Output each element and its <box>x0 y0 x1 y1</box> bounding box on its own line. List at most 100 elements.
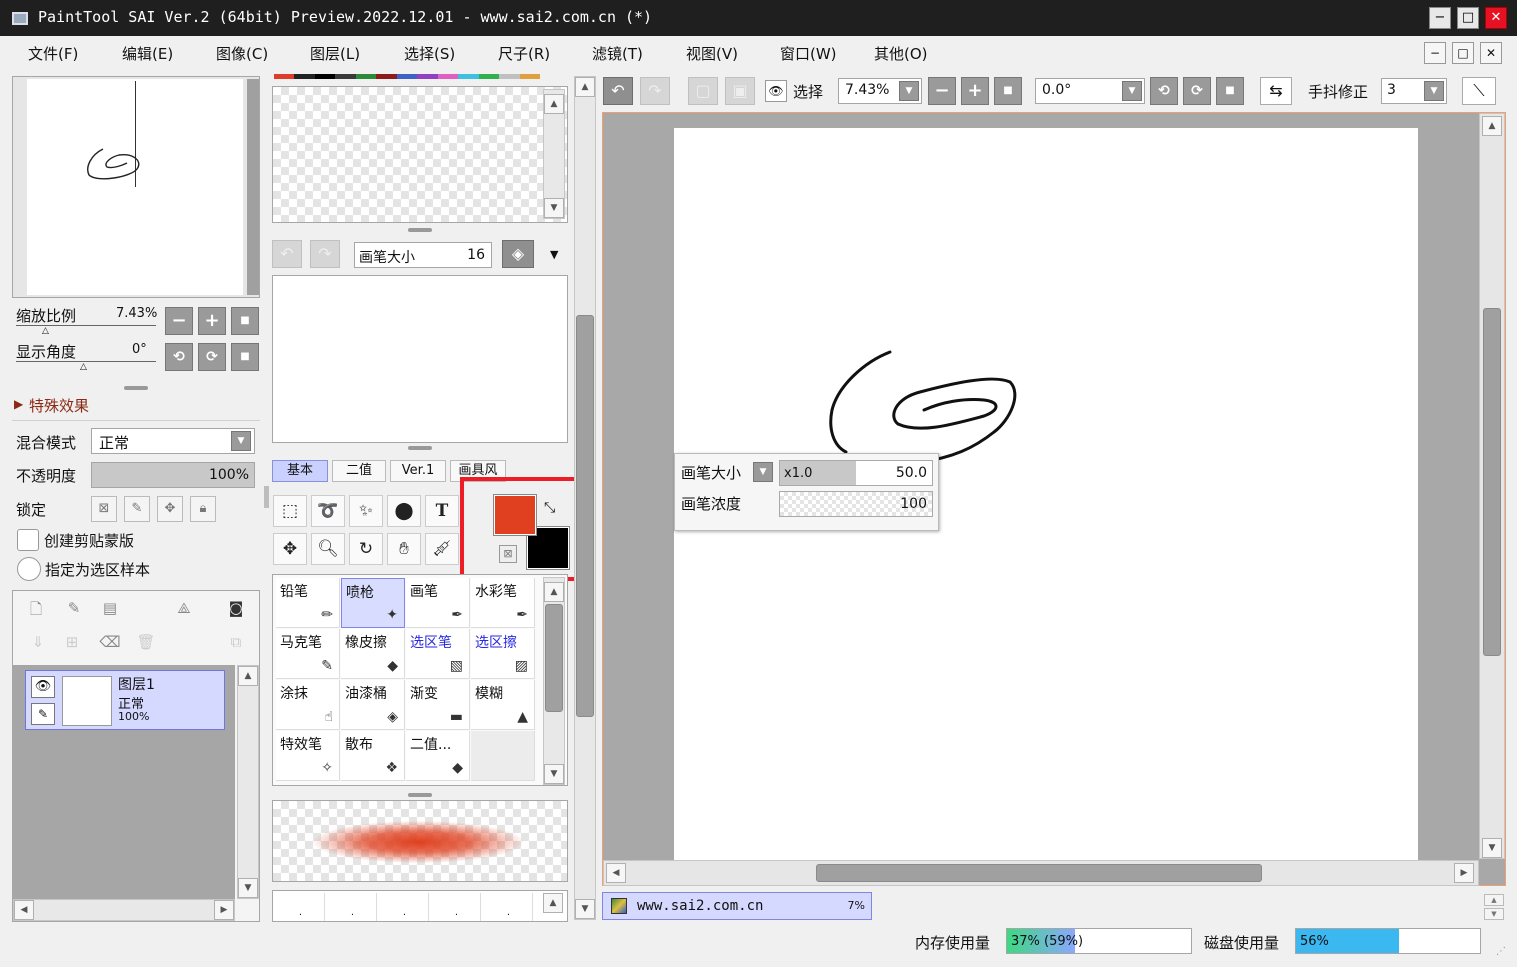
scroll-up-icon[interactable]: ▲ <box>544 582 564 602</box>
canvas-rotate-right-button[interactable]: ⟳ <box>1183 77 1211 105</box>
brush-slot[interactable]: 马克笔 ✎ <box>276 629 340 679</box>
brush-grid[interactable]: 铅笔 ✏ 喷枪 ✦ 画笔 ✒ 水彩笔 ✒ 马克笔 ✎ 橡皮擦 ◆ 选区笔 ▧ 选区擦 ▨ 涂抹 ☝ 油漆桶 ◈ 渐变 ▬ 模… <box>276 578 538 782</box>
scroll-thumb[interactable] <box>1483 308 1501 656</box>
clear-layer-icon[interactable]: ⌫ <box>99 633 121 651</box>
angle-slider-handle-icon[interactable]: △ <box>80 362 87 372</box>
palette-swatch[interactable] <box>437 74 459 79</box>
chevron-down-icon[interactable]: ▼ <box>550 248 558 261</box>
scroll-right-icon[interactable]: ▶ <box>1454 863 1474 883</box>
brush-shape-panel[interactable]: . . . . . ▲ <box>272 890 568 922</box>
swap-colors-icon[interactable]: ⤡ <box>544 500 555 516</box>
chevron-down-icon[interactable]: ▼ <box>231 431 251 451</box>
layer-item[interactable]: 👁︎ ✎ 图层1 正常 100% <box>25 670 225 730</box>
scroll-left-icon[interactable]: ◀ <box>606 863 626 883</box>
brush-shape-swatch[interactable]: . <box>485 893 533 921</box>
palette-swatch[interactable] <box>417 74 438 79</box>
brush-slot[interactable]: 铅笔 ✏ <box>276 578 340 628</box>
canvas-document[interactable]: 画笔大小 ▼ x1.0 50.0 画笔浓度 100 <box>674 128 1418 860</box>
palette-swatch[interactable] <box>396 74 418 79</box>
panel-grip[interactable] <box>408 446 432 450</box>
chevron-down-icon[interactable]: ▼ <box>899 81 919 101</box>
new-layer-icon[interactable]: 🗋︎ <box>25 599 47 624</box>
trash-icon[interactable]: 🗑︎ <box>135 633 157 651</box>
selection-source-radio[interactable] <box>17 557 41 581</box>
canvas-angle-select[interactable]: 0.0° ▼ <box>1035 78 1145 104</box>
scroll-down-icon[interactable]: ▼ <box>575 899 595 919</box>
canvas-redo-button[interactable]: ↷ <box>640 77 670 105</box>
brush-shape-swatch[interactable]: . <box>433 893 481 921</box>
effects-label[interactable]: 特殊效果 <box>29 395 89 416</box>
palette-swatch[interactable] <box>478 74 500 79</box>
doc-minimize-button[interactable]: − <box>1424 42 1446 64</box>
resize-grip-icon[interactable]: ⋰ <box>1496 946 1506 957</box>
scroll-down-icon[interactable]: ▼ <box>544 198 564 218</box>
brush-slot[interactable]: 选区笔 ▧ <box>406 629 470 679</box>
menu-edit[interactable]: 编辑(E) <box>122 43 173 64</box>
scroll-left-icon[interactable]: ◀ <box>14 900 34 920</box>
layer-list-scrollbar[interactable]: ▲ ▼ <box>237 665 259 899</box>
close-button[interactable]: ✕ <box>1485 7 1507 29</box>
canvas-rotate-reset-button[interactable]: ■ <box>1216 77 1244 105</box>
lock-move-icon[interactable]: ✥ <box>157 496 183 522</box>
eraser-mode-button[interactable]: ◈ <box>502 240 534 268</box>
popup-density-slider[interactable]: 100 <box>779 491 933 517</box>
brush-slot[interactable]: 橡皮擦 ◆ <box>341 629 405 679</box>
scroll-up-icon[interactable]: ▲ <box>543 893 563 913</box>
zoom-slider[interactable] <box>16 325 156 326</box>
merge-down-icon[interactable]: ⇓ <box>27 633 49 651</box>
menu-view[interactable]: 视图(V) <box>686 43 738 64</box>
popup-size-slider[interactable]: x1.0 50.0 <box>779 460 933 486</box>
invert-selection-button[interactable]: ▣ <box>725 77 755 105</box>
hand-tool[interactable]: ✋︎ <box>387 533 421 565</box>
brush-slot[interactable]: 二值... ◆ <box>406 731 470 781</box>
rotate-tool[interactable]: ↻ <box>349 533 383 565</box>
palette-swatch[interactable] <box>499 74 520 79</box>
eyedropper-tool[interactable]: 💉︎ <box>425 533 459 565</box>
new-pen-layer-icon[interactable]: ✎ <box>63 599 85 617</box>
menu-image[interactable]: 图像(C) <box>216 43 268 64</box>
rotate-right-button[interactable]: ⟳ <box>198 343 226 371</box>
navigator-panel[interactable] <box>12 76 260 298</box>
lasso-tool[interactable]: ➰ <box>311 495 345 527</box>
scroll-down-icon[interactable]: ▼ <box>544 764 564 784</box>
palette-swatch[interactable] <box>335 74 356 79</box>
brush-slot[interactable]: 特效笔 ✧ <box>276 731 340 781</box>
zoom-slider-handle-icon[interactable]: △ <box>42 326 49 336</box>
scroll-up-icon[interactable]: ▲ <box>575 77 595 97</box>
tab-ver1[interactable]: Ver.1 <box>390 460 446 482</box>
zoom-in-button[interactable]: + <box>198 307 226 335</box>
tabs-scroll-down-icon[interactable]: ▼ <box>1484 908 1504 920</box>
panel-grip[interactable] <box>124 386 148 390</box>
scroll-right-icon[interactable]: ▶ <box>214 900 234 920</box>
scroll-thumb[interactable] <box>545 604 563 712</box>
scroll-thumb[interactable] <box>816 864 1262 882</box>
rect-select-tool[interactable]: ⬚ <box>273 495 307 527</box>
brush-slot[interactable]: 散布 ❖ <box>341 731 405 781</box>
zoom-reset-button[interactable]: ■ <box>231 307 259 335</box>
rotate-reset-button[interactable]: ■ <box>231 343 259 371</box>
brush-grid-scrollbar[interactable]: ▲ ▼ <box>543 577 565 785</box>
shape-tool[interactable]: ⬤ <box>387 495 421 527</box>
color-wheel-panel[interactable] <box>272 275 568 443</box>
brush-size-field[interactable]: 画笔大小 16 <box>354 242 492 268</box>
panel-grip[interactable] <box>408 793 432 797</box>
color-swatch-strip[interactable] <box>274 74 540 79</box>
doc-close-button[interactable]: ✕ <box>1480 42 1502 64</box>
canvas-viewport[interactable]: 画笔大小 ▼ x1.0 50.0 画笔浓度 100 ▲ ▼ ◀ ▶ <box>602 112 1506 886</box>
mask-icon[interactable]: ◙ <box>225 599 247 617</box>
copy-layer-icon[interactable]: ⧉ <box>225 633 247 651</box>
document-tab[interactable]: www.sai2.com.cn 7% <box>602 892 872 920</box>
mixer-scrollbar[interactable]: ▲ ▼ <box>543 89 565 219</box>
brush-slot[interactable]: 渐变 ▬ <box>406 680 470 730</box>
brush-slot[interactable]: 水彩笔 ✒ <box>471 578 535 628</box>
new-folder-icon[interactable]: ▤ <box>99 599 121 617</box>
merge-icon[interactable]: ⊞ <box>61 633 83 651</box>
transparent-color-icon[interactable]: ⊠ <box>499 545 517 563</box>
lock-paint-icon[interactable]: ✎ <box>124 496 150 522</box>
move-tool[interactable]: ✥ <box>273 533 307 565</box>
navigator-preview[interactable] <box>27 79 243 295</box>
canvas-zoom-select[interactable]: 7.43% ▼ <box>838 78 922 104</box>
brush-slot[interactable]: 油漆桶 ◈ <box>341 680 405 730</box>
palette-swatch[interactable] <box>376 74 397 79</box>
scroll-up-icon[interactable]: ▲ <box>544 94 564 114</box>
